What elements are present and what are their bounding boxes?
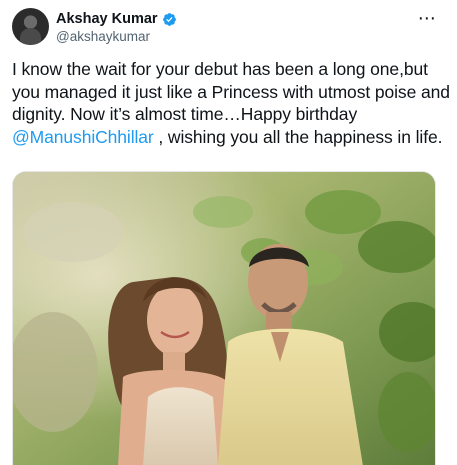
photo-illustration xyxy=(13,172,435,465)
mention-link[interactable]: @ManushiChhillar xyxy=(12,127,154,147)
author-avatar[interactable] xyxy=(12,8,49,45)
author-name-row: Akshay Kumar xyxy=(56,11,177,27)
author-handle[interactable]: @akshaykumar xyxy=(56,29,150,44)
verified-badge-icon xyxy=(162,12,176,26)
tweet-text: I know the wait for your debut has been … xyxy=(12,58,452,148)
tweet-text-body: I know the wait for your debut has been … xyxy=(12,59,450,124)
tweet-card[interactable]: Akshay Kumar @akshaykumar ⋯ I know the w… xyxy=(0,0,457,465)
author-display-name[interactable]: Akshay Kumar xyxy=(56,11,158,27)
tweet-text-tail: , wishing you all the happiness in life. xyxy=(153,126,443,147)
more-horizontal-icon: ⋯ xyxy=(417,8,437,28)
tweet-photo[interactable] xyxy=(12,171,436,465)
more-options-button[interactable]: ⋯ xyxy=(415,8,439,28)
